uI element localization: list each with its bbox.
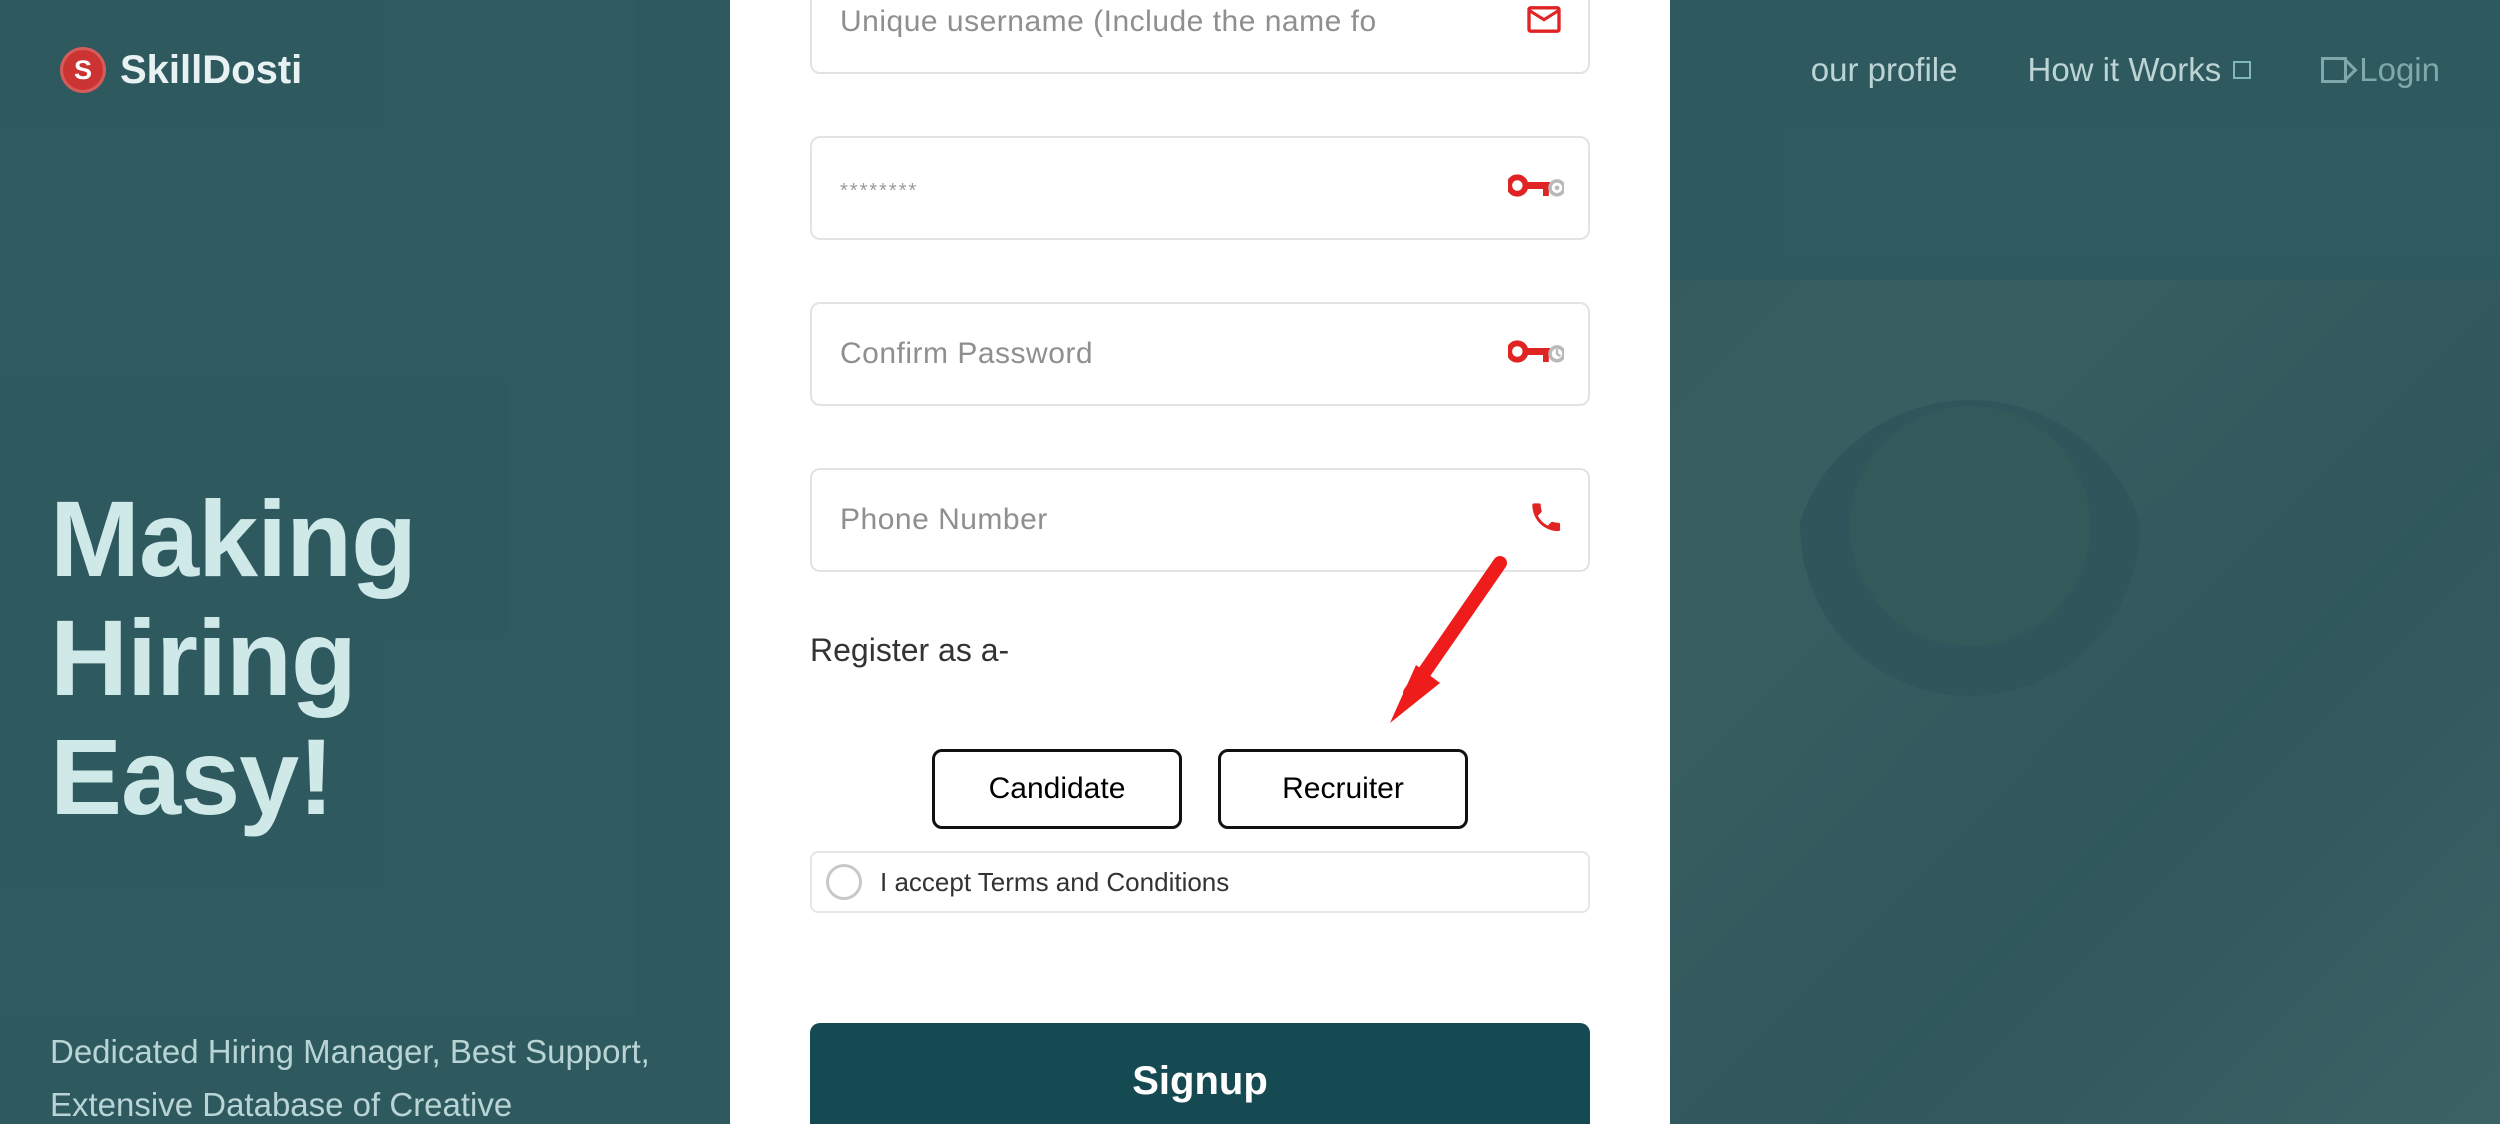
logo-icon: S xyxy=(60,47,106,93)
terms-label: I accept Terms and Conditions xyxy=(880,867,1229,898)
nav-profile-label: our profile xyxy=(1811,51,1958,89)
square-icon xyxy=(2233,61,2251,79)
username-input[interactable] xyxy=(840,5,1560,39)
password-input[interactable] xyxy=(840,171,1560,205)
nav-how-it-works[interactable]: How it Works xyxy=(2028,51,2252,89)
nav-login-label: Login xyxy=(2359,51,2440,89)
hero-text: Making Hiring Easy! Dedicated Hiring Man… xyxy=(50,480,750,1124)
brand[interactable]: S SkillDosti xyxy=(60,47,302,93)
mail-icon xyxy=(1524,0,1564,45)
phone-input[interactable] xyxy=(840,503,1560,537)
key-icon xyxy=(1508,334,1564,375)
hero-title-line2: Easy! xyxy=(50,716,333,837)
password-field-wrap xyxy=(810,136,1590,240)
phone-field-wrap xyxy=(810,468,1590,572)
terms-row: I accept Terms and Conditions xyxy=(810,851,1590,913)
page-root: S SkillDosti our profile How it Works Lo… xyxy=(0,0,2500,1124)
role-recruiter-button[interactable]: Recruiter xyxy=(1218,749,1468,829)
confirm-password-field-wrap xyxy=(810,302,1590,406)
nav-profile[interactable]: our profile xyxy=(1811,51,1958,89)
hero-title: Making Hiring Easy! xyxy=(50,480,750,836)
brand-name: SkillDosti xyxy=(120,48,302,93)
hero-title-line1: Making Hiring xyxy=(50,478,416,718)
login-icon xyxy=(2321,57,2347,83)
signup-button[interactable]: Signup xyxy=(810,1023,1590,1124)
nav-login[interactable]: Login xyxy=(2321,51,2440,89)
phone-icon xyxy=(1528,500,1564,541)
nav-how-label: How it Works xyxy=(2028,51,2222,89)
terms-checkbox[interactable] xyxy=(826,864,862,900)
register-as-label: Register as a- xyxy=(810,632,1590,669)
confirm-password-input[interactable] xyxy=(840,337,1560,371)
role-buttons: Candidate Recruiter xyxy=(810,749,1590,829)
logo-letter: S xyxy=(74,55,92,86)
role-candidate-button[interactable]: Candidate xyxy=(932,749,1182,829)
nav: our profile How it Works Login xyxy=(1811,51,2440,89)
username-field-wrap xyxy=(810,0,1590,74)
hero-subtitle: Dedicated Hiring Manager, Best Support, … xyxy=(50,1026,700,1124)
key-icon xyxy=(1508,168,1564,209)
signup-modal: Register as a- Candidate Recruiter I acc… xyxy=(730,0,1670,1124)
